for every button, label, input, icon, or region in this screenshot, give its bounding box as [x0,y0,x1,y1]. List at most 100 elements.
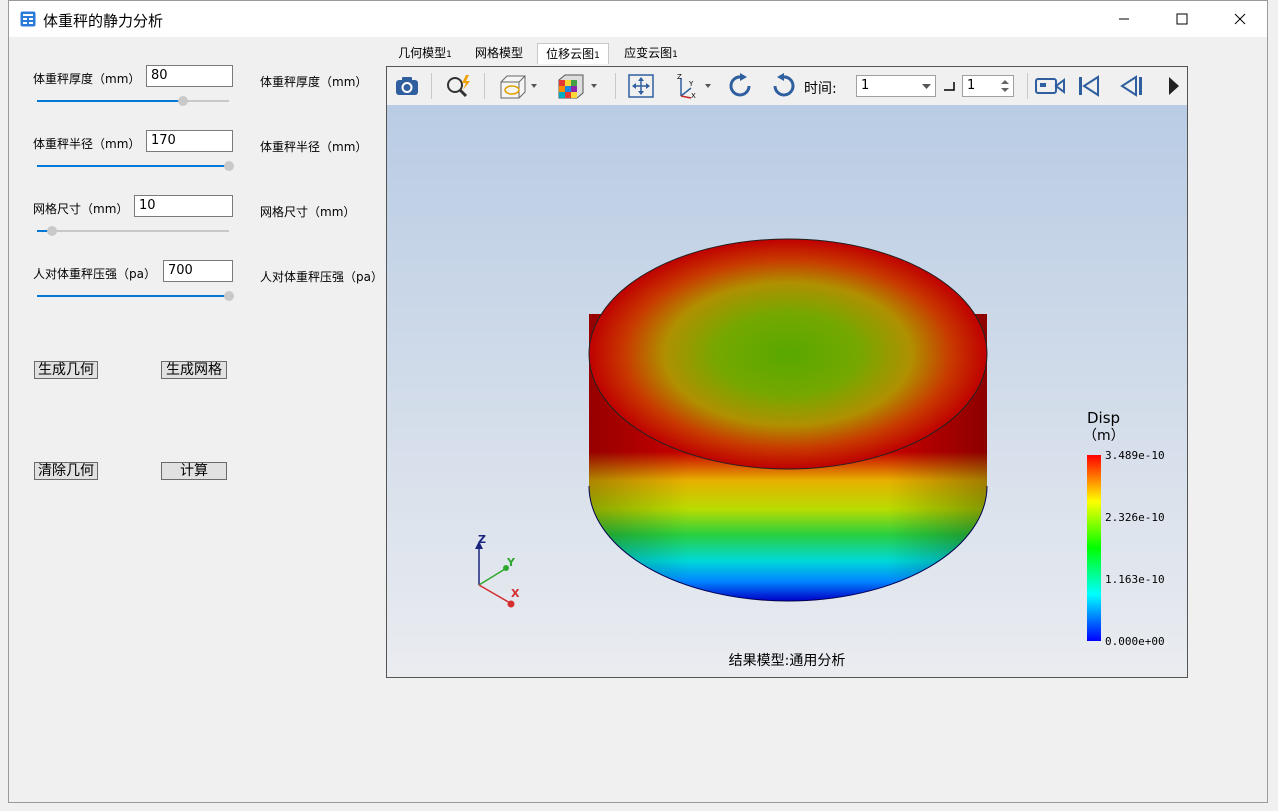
generate-geometry-button[interactable]: 生成几何 [34,361,98,379]
chevron-down-icon [922,84,931,89]
param-echo-label: 网格尺寸（mm） [260,205,356,219]
legend-tick-label: 0.000e+00 [1105,635,1165,648]
param-label: 网格尺寸（mm） [33,202,129,216]
param-input[interactable]: 80 [146,65,233,87]
generate-mesh-button[interactable]: 生成网格 [161,361,227,379]
displacement-plot: Z Y X Disp （m） 3.489e-10 2.326e-10 1.163e-… [475,238,1165,669]
zoom-icon [447,75,470,98]
param-label: 体重秤厚度（mm） [33,72,141,86]
viewer-toolbar: Z Y X 时间: 1 1 [387,67,1187,106]
slider-handle[interactable] [177,96,188,106]
svg-text:Y: Y [688,80,694,88]
rotate-cw-icon [729,73,751,97]
step-spinbox-value: 1 [967,78,976,93]
rotate-ccw-icon [773,73,795,97]
app-icon [20,11,36,27]
zoom-button[interactable] [443,71,475,101]
param-echo-label: 体重秤半径（mm） [260,140,368,154]
spin-arrows-icon [1001,80,1009,92]
param-echo-label: 体重秤厚度（mm） [260,75,368,89]
svg-text:X: X [691,92,696,100]
fit-view-button[interactable] [625,71,657,101]
tab-suffix: 1 [446,50,452,60]
slider-fill [37,295,229,297]
slider-handle[interactable] [47,226,58,236]
param-input[interactable]: 10 [134,195,233,217]
prev-frame-button[interactable] [1115,71,1147,101]
axis-triad: Z Y X [475,533,520,608]
colormap-button[interactable] [555,71,599,101]
rotate-ccw-button[interactable] [767,71,799,101]
first-frame-icon [1079,75,1099,97]
next-icon [1169,77,1179,95]
tab-label: 几何模型 [398,46,447,60]
time-select[interactable]: 1 [856,75,936,97]
slider-handle[interactable] [224,161,234,171]
record-button[interactable] [1032,71,1068,101]
colormap-icon [558,74,597,99]
fit-icon [628,74,654,98]
tab-3[interactable]: 应变云图1 [615,43,687,64]
tab-suffix: 1 [594,51,600,61]
step-mark-icon [944,82,955,91]
tab-2[interactable]: 位移云图1 [537,43,609,64]
slider-fill [37,165,229,167]
tab-0[interactable]: 几何模型1 [389,43,461,64]
axis-x-label: X [511,587,520,600]
first-frame-button[interactable] [1073,71,1105,101]
axis-y-label: Y [506,556,516,569]
scale-body [588,238,988,602]
svg-text:Z: Z [677,73,682,81]
param-label: 人对体重秤压强（pa） [33,267,156,281]
title-bar: 体重秤的静力分析 [9,1,1267,37]
axis-z-label: Z [478,533,486,546]
slider-fill [37,100,183,102]
param-slider[interactable] [37,291,234,301]
slider-handle[interactable] [224,291,234,301]
param-input[interactable]: 700 [163,260,233,282]
axes-icon: Z Y X [677,73,711,100]
legend-tick-label: 1.163e-10 [1105,573,1165,586]
param-input[interactable]: 170 [146,130,233,152]
maximize-button[interactable] [1153,1,1211,37]
minimize-button[interactable] [1095,1,1153,37]
legend-unit: （m） [1083,428,1125,444]
render-canvas[interactable]: Z Y X Disp （m） 3.489e-10 2.326e-10 1.163e-… [387,105,1187,677]
view-cube-icon [500,75,537,99]
axes-view-button[interactable]: Z Y X [669,71,713,101]
tab-label: 位移云图 [546,47,595,61]
param-label: 体重秤半径（mm） [33,137,141,151]
param-slider[interactable] [37,96,229,106]
next-button[interactable] [1163,71,1185,101]
legend: Disp （m） 3.489e-10 2.326e-10 1.163e-10 0.00… [1083,409,1165,648]
tab-label: 网格模型 [474,46,523,60]
time-label: 时间: [804,81,837,97]
rotate-cw-button[interactable] [725,71,757,101]
param-slider[interactable] [37,161,234,171]
app-window: 体重秤的静力分析 体重秤厚度（mm） 80 体重秤厚度（mm） 体重秤半径（mm） 17… [8,0,1268,803]
maximize-icon [1176,13,1188,25]
minimize-icon [1119,18,1129,20]
window-title: 体重秤的静力分析 [43,12,164,30]
tab-suffix: 1 [672,50,678,60]
close-button[interactable] [1211,1,1269,37]
result-model-caption: 结果模型:通用分析 [729,653,846,669]
camera-icon [396,77,418,95]
param-slider[interactable] [37,226,229,236]
legend-colorbar [1087,455,1101,641]
param-echo-label: 人对体重秤压强（pa） [260,270,383,284]
view-cube-button[interactable] [495,71,539,101]
legend-title: Disp [1087,409,1120,427]
clear-geometry-button[interactable]: 清除几何 [34,462,98,480]
compute-button[interactable]: 计算 [161,462,227,480]
legend-tick-label: 2.326e-10 [1105,511,1165,524]
time-select-value: 1 [861,78,870,93]
tab-1[interactable]: 网格模型 [465,43,533,64]
tab-label: 应变云图 [624,46,673,60]
result-viewer: Z Y X 时间: 1 1 Z Y X Disp （m） 3.489e-10 2… [386,66,1188,678]
close-icon [1234,13,1246,25]
prev-frame-icon [1120,75,1142,97]
record-icon [1035,78,1065,94]
screenshot-button[interactable] [391,71,423,101]
step-spinbox[interactable]: 1 [962,75,1014,97]
